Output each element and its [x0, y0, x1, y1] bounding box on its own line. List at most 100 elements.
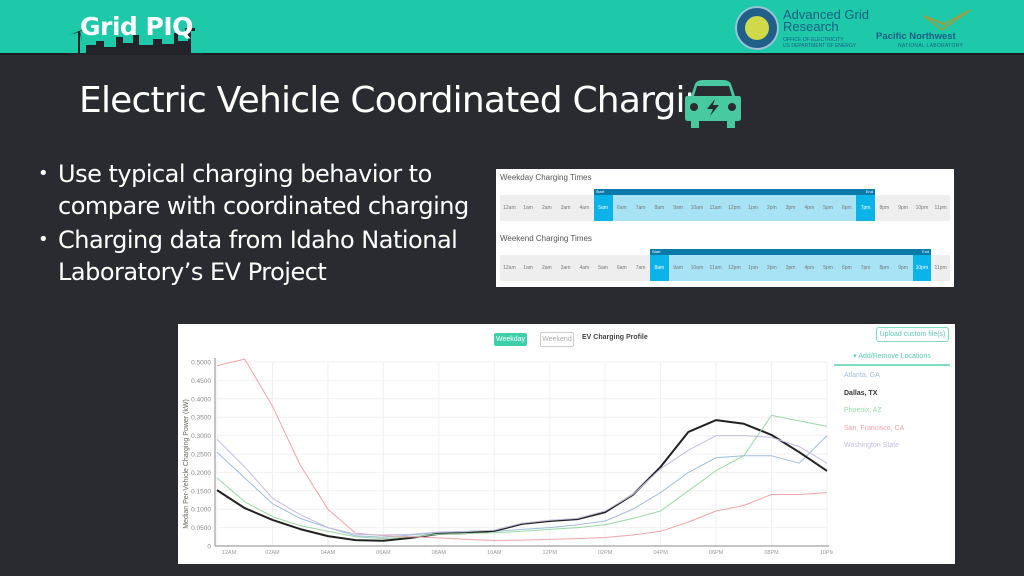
series-line-phoenix-az — [216, 414, 828, 540]
pnnl-title: Pacific Northwest — [876, 31, 956, 42]
hour-cell[interactable]: 10am — [687, 255, 707, 281]
brand-title: Grid PIQ — [80, 12, 193, 41]
hour-cell[interactable]: 8am — [650, 255, 669, 281]
hour-cell[interactable]: 1am — [519, 255, 538, 281]
weekday-button[interactable]: Weekday — [494, 333, 527, 346]
hour-cell[interactable]: 4am — [575, 195, 594, 221]
hour-cell[interactable]: 9pm — [894, 195, 913, 221]
series-line-atlanta-ga — [216, 435, 828, 538]
hour-cell[interactable]: 12am — [500, 255, 519, 281]
hour-cell[interactable]: 1pm — [743, 255, 763, 281]
hour-cell[interactable]: 9pm — [893, 255, 913, 281]
hour-cell[interactable]: 1am — [519, 195, 538, 221]
x-tick-label: 04PM — [653, 550, 668, 556]
y-tick-label: 0 — [207, 544, 211, 551]
weekend-hour-selector[interactable]: 12am 1am 2am 3am 4am 5am 6am 7am 8am 9am 10am 11am 1… — [500, 255, 950, 281]
weekend-times-label: Weekend Charging Times — [500, 234, 592, 243]
agr-sub-line2: US DEPARTMENT OF ENERGY — [783, 43, 857, 49]
hour-cell[interactable]: 11am — [706, 255, 725, 281]
hour-cell[interactable]: 3pm — [781, 195, 800, 221]
x-tick-label: 08PM — [764, 550, 779, 556]
weekend-button[interactable]: Weekend — [540, 332, 574, 347]
hour-cell[interactable]: 9am — [668, 195, 688, 221]
locations-list: Atlanta, GA Dallas, TX Phoenix, AZ San, Fra… — [844, 372, 904, 460]
hour-cell[interactable]: 11pm — [931, 255, 950, 281]
x-tick-label: 12PM — [543, 550, 558, 556]
hour-cell[interactable]: 4pm — [800, 195, 819, 221]
hour-cell[interactable]: 1pm — [743, 195, 763, 221]
upload-custom-files-button[interactable]: Upload custom file(s) — [876, 327, 949, 342]
hour-cell[interactable]: 2pm — [762, 195, 782, 221]
x-tick-label: 10PM — [820, 550, 833, 556]
hour-cell[interactable]: 6am — [612, 195, 632, 221]
hour-cell[interactable]: 7pm — [856, 195, 875, 221]
hour-cell[interactable]: 10am — [687, 195, 707, 221]
hour-cell[interactable]: 12pm — [725, 195, 744, 221]
location-item[interactable]: Atlanta, GA — [844, 372, 904, 390]
hour-cell[interactable]: 3am — [556, 195, 575, 221]
hour-cell[interactable]: 8am — [650, 195, 669, 221]
hour-cell[interactable]: 4am — [575, 255, 594, 281]
y-tick-label: 0.2000 — [191, 470, 211, 477]
x-tick-label: 10AM — [487, 550, 502, 556]
y-tick-label: 0.5000 — [191, 360, 211, 367]
pnnl-mark-icon — [923, 9, 971, 31]
y-tick-label: 0.3000 — [191, 433, 211, 440]
hour-cell[interactable]: 6pm — [837, 195, 857, 221]
x-tick-label: 04AM — [321, 550, 336, 556]
add-remove-locations-toggle[interactable]: ▾ Add/Remove Locations — [834, 352, 950, 366]
header-bar: Grid PIQ Advanced Grid Research OFFICE O… — [0, 0, 1024, 55]
hour-cell[interactable]: 4pm — [800, 255, 819, 281]
pnnl-logo: Pacific Northwest NATIONAL LABORATORY — [876, 6, 986, 51]
hour-cell[interactable]: 7pm — [856, 255, 875, 281]
hour-cell[interactable]: 10pm — [913, 195, 932, 221]
gridpiq-logo: Grid PIQ — [68, 8, 203, 55]
series-line-washington-state — [216, 435, 828, 536]
location-item[interactable]: Washington State — [844, 442, 904, 460]
advanced-grid-research-logo: Advanced Grid Research OFFICE OF ELECTRI… — [735, 6, 869, 52]
hour-cell[interactable]: 3pm — [781, 255, 800, 281]
doe-seal-icon — [735, 6, 779, 50]
hour-cell[interactable]: 2am — [538, 195, 557, 221]
weekday-hour-selector[interactable]: 12am 1am 2am 3am 4am 5am 6am 7am 8am 9am 10am 11am 1… — [500, 195, 950, 221]
series-line-dallas-tx — [216, 419, 828, 542]
hour-cell[interactable]: 2am — [538, 255, 557, 281]
slide-title: Electric Vehicle Coordinated Charging — [79, 80, 730, 121]
hour-cell[interactable]: 11am — [706, 195, 725, 221]
hour-cell[interactable]: 7am — [631, 195, 650, 221]
charging-profile-chart: 0 0.0500 0.1000 0.1500 0.2000 0.2500 0.3000 0.3… — [183, 358, 835, 556]
hour-cell[interactable]: 3am — [556, 255, 575, 281]
y-tick-label: 0.1000 — [191, 507, 211, 514]
hour-cell[interactable]: 9am — [668, 255, 688, 281]
series-line-san-francisco-ca — [216, 358, 828, 541]
hour-cell[interactable]: 11pm — [931, 195, 950, 221]
hour-cell[interactable]: 8pm — [875, 255, 894, 281]
y-axis-label: Median Per-Vehicle Charging Power (kW) — [183, 399, 190, 529]
hour-cell[interactable]: 12am — [500, 195, 519, 221]
hour-cell[interactable]: 7am — [631, 255, 650, 281]
hour-cell[interactable]: 5am — [594, 255, 613, 281]
y-tick-label: 0.4000 — [191, 396, 211, 403]
hour-cell[interactable]: 5pm — [818, 195, 838, 221]
location-item[interactable]: San, Francisco, CA — [844, 425, 904, 443]
hour-cell[interactable]: 5pm — [818, 255, 838, 281]
hour-cell[interactable]: 8pm — [875, 195, 894, 221]
y-tick-label: 0.1500 — [191, 488, 211, 495]
agr-title-line2: Research — [783, 19, 839, 34]
hour-cell[interactable]: 6pm — [837, 255, 857, 281]
y-tick-label: 0.4500 — [191, 378, 211, 385]
location-item[interactable]: Phoenix, AZ — [844, 407, 904, 425]
ev-charging-profile-panel: Weekday Weekend EV Charging Profile Uplo… — [178, 324, 955, 564]
hour-cell[interactable]: 5am — [593, 195, 613, 221]
location-item[interactable]: Dallas, TX — [844, 390, 904, 408]
x-tick-label: 02PM — [598, 550, 613, 556]
x-tick-label: 08AM — [432, 550, 447, 556]
hour-cell[interactable]: 10pm — [912, 255, 932, 281]
bullet-list: Use typical charging behavior to compare… — [38, 158, 498, 290]
y-tick-label: 0.2500 — [191, 452, 211, 459]
hour-cell[interactable]: 2pm — [762, 255, 782, 281]
y-tick-label: 0.0500 — [191, 525, 211, 532]
hour-cell[interactable]: 6am — [613, 255, 632, 281]
x-tick-label: 06PM — [709, 550, 724, 556]
hour-cell[interactable]: 12pm — [725, 255, 744, 281]
